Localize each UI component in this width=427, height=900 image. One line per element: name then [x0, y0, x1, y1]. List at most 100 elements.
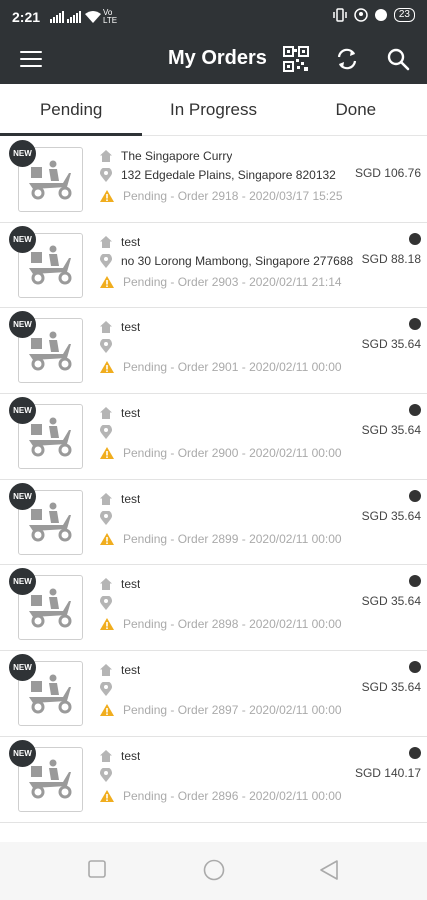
wifi-icon: [85, 11, 102, 23]
order-price: SGD 35.64: [361, 680, 421, 695]
new-badge: NEW: [9, 140, 36, 167]
customer-name: test: [121, 663, 141, 678]
new-badge: NEW: [9, 739, 36, 767]
warning-icon: [100, 361, 114, 374]
delivery-scooter-icon: [28, 502, 71, 542]
page-title: My Orders: [168, 47, 267, 69]
customer-name: test: [121, 320, 141, 335]
tab-in-progress[interactable]: In Progress: [142, 84, 284, 135]
delivery-scooter-icon: [28, 160, 71, 199]
status-time: 2:21: [12, 9, 41, 25]
order-status-text: Pending - Order 2899 - 2020/02/11 00:00: [123, 531, 342, 546]
warning-icon: [100, 532, 114, 545]
location-pin-icon: [100, 253, 112, 268]
unread-indicator-dot: [409, 661, 421, 674]
order-status-text: Pending - Order 2918 - 2020/03/17 15:25: [123, 189, 343, 203]
menu-icon[interactable]: [20, 51, 42, 67]
home-button[interactable]: [203, 859, 225, 881]
customer-name: test: [121, 748, 141, 763]
delivery-scooter-icon: [28, 331, 71, 371]
order-price: SGD 35.64: [361, 423, 421, 438]
order-status-text: Pending - Order 2898 - 2020/02/11 00:00: [123, 617, 342, 632]
warning-icon: [100, 704, 114, 717]
unread-indicator-dot: [409, 404, 421, 417]
delivery-address: no 30 Lorong Mambong, Singapore 277688: [121, 253, 354, 268]
delivery-scooter-icon: [28, 759, 71, 799]
order-row[interactable]: NEW test Pending - Order 2899 - 2020/02/…: [0, 480, 427, 566]
warning-icon: [100, 618, 114, 631]
customer-name: test: [121, 491, 141, 506]
new-badge: NEW: [9, 654, 36, 682]
order-row[interactable]: NEW test Pending - Order 2901 - 2020/02/…: [0, 308, 427, 395]
customer-name: test: [121, 577, 141, 592]
home-icon: [100, 492, 112, 505]
tab-pending[interactable]: Pending: [0, 84, 142, 135]
system-navigation-bar: [0, 842, 427, 900]
order-row[interactable]: NEW test Pending - Order 2896 - 2020/02/…: [0, 737, 427, 823]
delivery-scooter-icon: [28, 245, 71, 285]
location-pin-icon: [100, 339, 112, 354]
search-icon[interactable]: [385, 46, 411, 72]
home-icon: [100, 321, 112, 334]
battery-indicator: 23: [393, 8, 415, 22]
home-icon: [100, 150, 112, 162]
home-icon: [100, 235, 112, 248]
signal-strength-icon-2: [67, 11, 82, 23]
network-type-label: Vo LTE: [103, 8, 118, 25]
customer-name: test: [121, 406, 141, 421]
order-price: SGD 35.64: [361, 594, 421, 609]
location-pin-icon: [100, 596, 112, 611]
order-price: SGD 35.64: [361, 337, 421, 352]
signal-strength-icon: [50, 11, 65, 23]
home-icon: [100, 749, 112, 762]
new-badge: NEW: [9, 225, 36, 253]
qr-code-icon[interactable]: [283, 46, 309, 72]
order-status-tabs: Pending In Progress Done: [0, 84, 427, 136]
status-bar: 2:21 Vo LTE 23: [0, 0, 427, 34]
new-badge: NEW: [9, 482, 36, 510]
order-price: SGD 106.76: [354, 166, 421, 180]
home-icon: [100, 407, 112, 420]
location-pin-icon: [100, 767, 112, 782]
location-pin-icon: [100, 425, 112, 440]
warning-icon: [100, 447, 114, 460]
unread-indicator-dot: [409, 318, 421, 331]
app-bar: My Orders: [0, 34, 427, 84]
unread-indicator-dot: [409, 232, 421, 245]
order-row[interactable]: NEW test Pending - Order 2897 - 2020/02/…: [0, 651, 427, 737]
warning-icon: [100, 190, 114, 202]
home-icon: [100, 578, 112, 591]
active-tab-indicator: [0, 133, 142, 136]
delivery-scooter-icon: [28, 674, 71, 714]
order-row[interactable]: NEW test Pending - Order 2900 - 2020/02/…: [0, 394, 427, 480]
order-row[interactable]: NEW test Pending - Order 2898 - 2020/02/…: [0, 565, 427, 652]
refresh-icon[interactable]: [334, 46, 360, 72]
order-status-text: Pending - Order 2900 - 2020/02/11 00:00: [123, 446, 342, 461]
order-status-text: Pending - Order 2903 - 2020/02/11 21:14: [123, 274, 342, 289]
order-price: SGD 140.17: [354, 765, 421, 780]
order-row[interactable]: NEW The Singapore Curry 132 Edgedale Pla…: [0, 137, 427, 223]
new-badge: NEW: [9, 397, 36, 425]
recents-button[interactable]: [88, 860, 106, 878]
order-status-text: Pending - Order 2897 - 2020/02/11 00:00: [123, 703, 342, 718]
unread-indicator-dot: [409, 489, 421, 502]
delivery-scooter-icon: [28, 417, 71, 457]
location-pin-icon: [100, 682, 112, 697]
vibrate-icon: [333, 8, 347, 22]
unread-indicator-dot: [409, 746, 421, 759]
home-icon: [100, 664, 112, 677]
warning-icon: [100, 275, 114, 288]
order-row[interactable]: NEW test no 30 Lorong Mambong, Singapore…: [0, 223, 427, 309]
customer-name: The Singapore Curry: [121, 149, 233, 163]
account-circle-icon: [354, 8, 368, 22]
delivery-scooter-icon: [28, 588, 71, 628]
order-price: SGD 35.64: [361, 508, 421, 523]
orders-list: NEW The Singapore Curry 132 Edgedale Pla…: [0, 137, 427, 823]
order-status-text: Pending - Order 2901 - 2020/02/11 00:00: [123, 360, 342, 375]
warning-icon: [100, 789, 114, 802]
delivery-address: 132 Edgedale Plains, Singapore 820132: [121, 168, 336, 182]
customer-name: test: [121, 234, 141, 249]
tab-done[interactable]: Done: [285, 84, 427, 135]
order-price: SGD 88.18: [361, 251, 421, 266]
back-button[interactable]: [320, 860, 338, 880]
